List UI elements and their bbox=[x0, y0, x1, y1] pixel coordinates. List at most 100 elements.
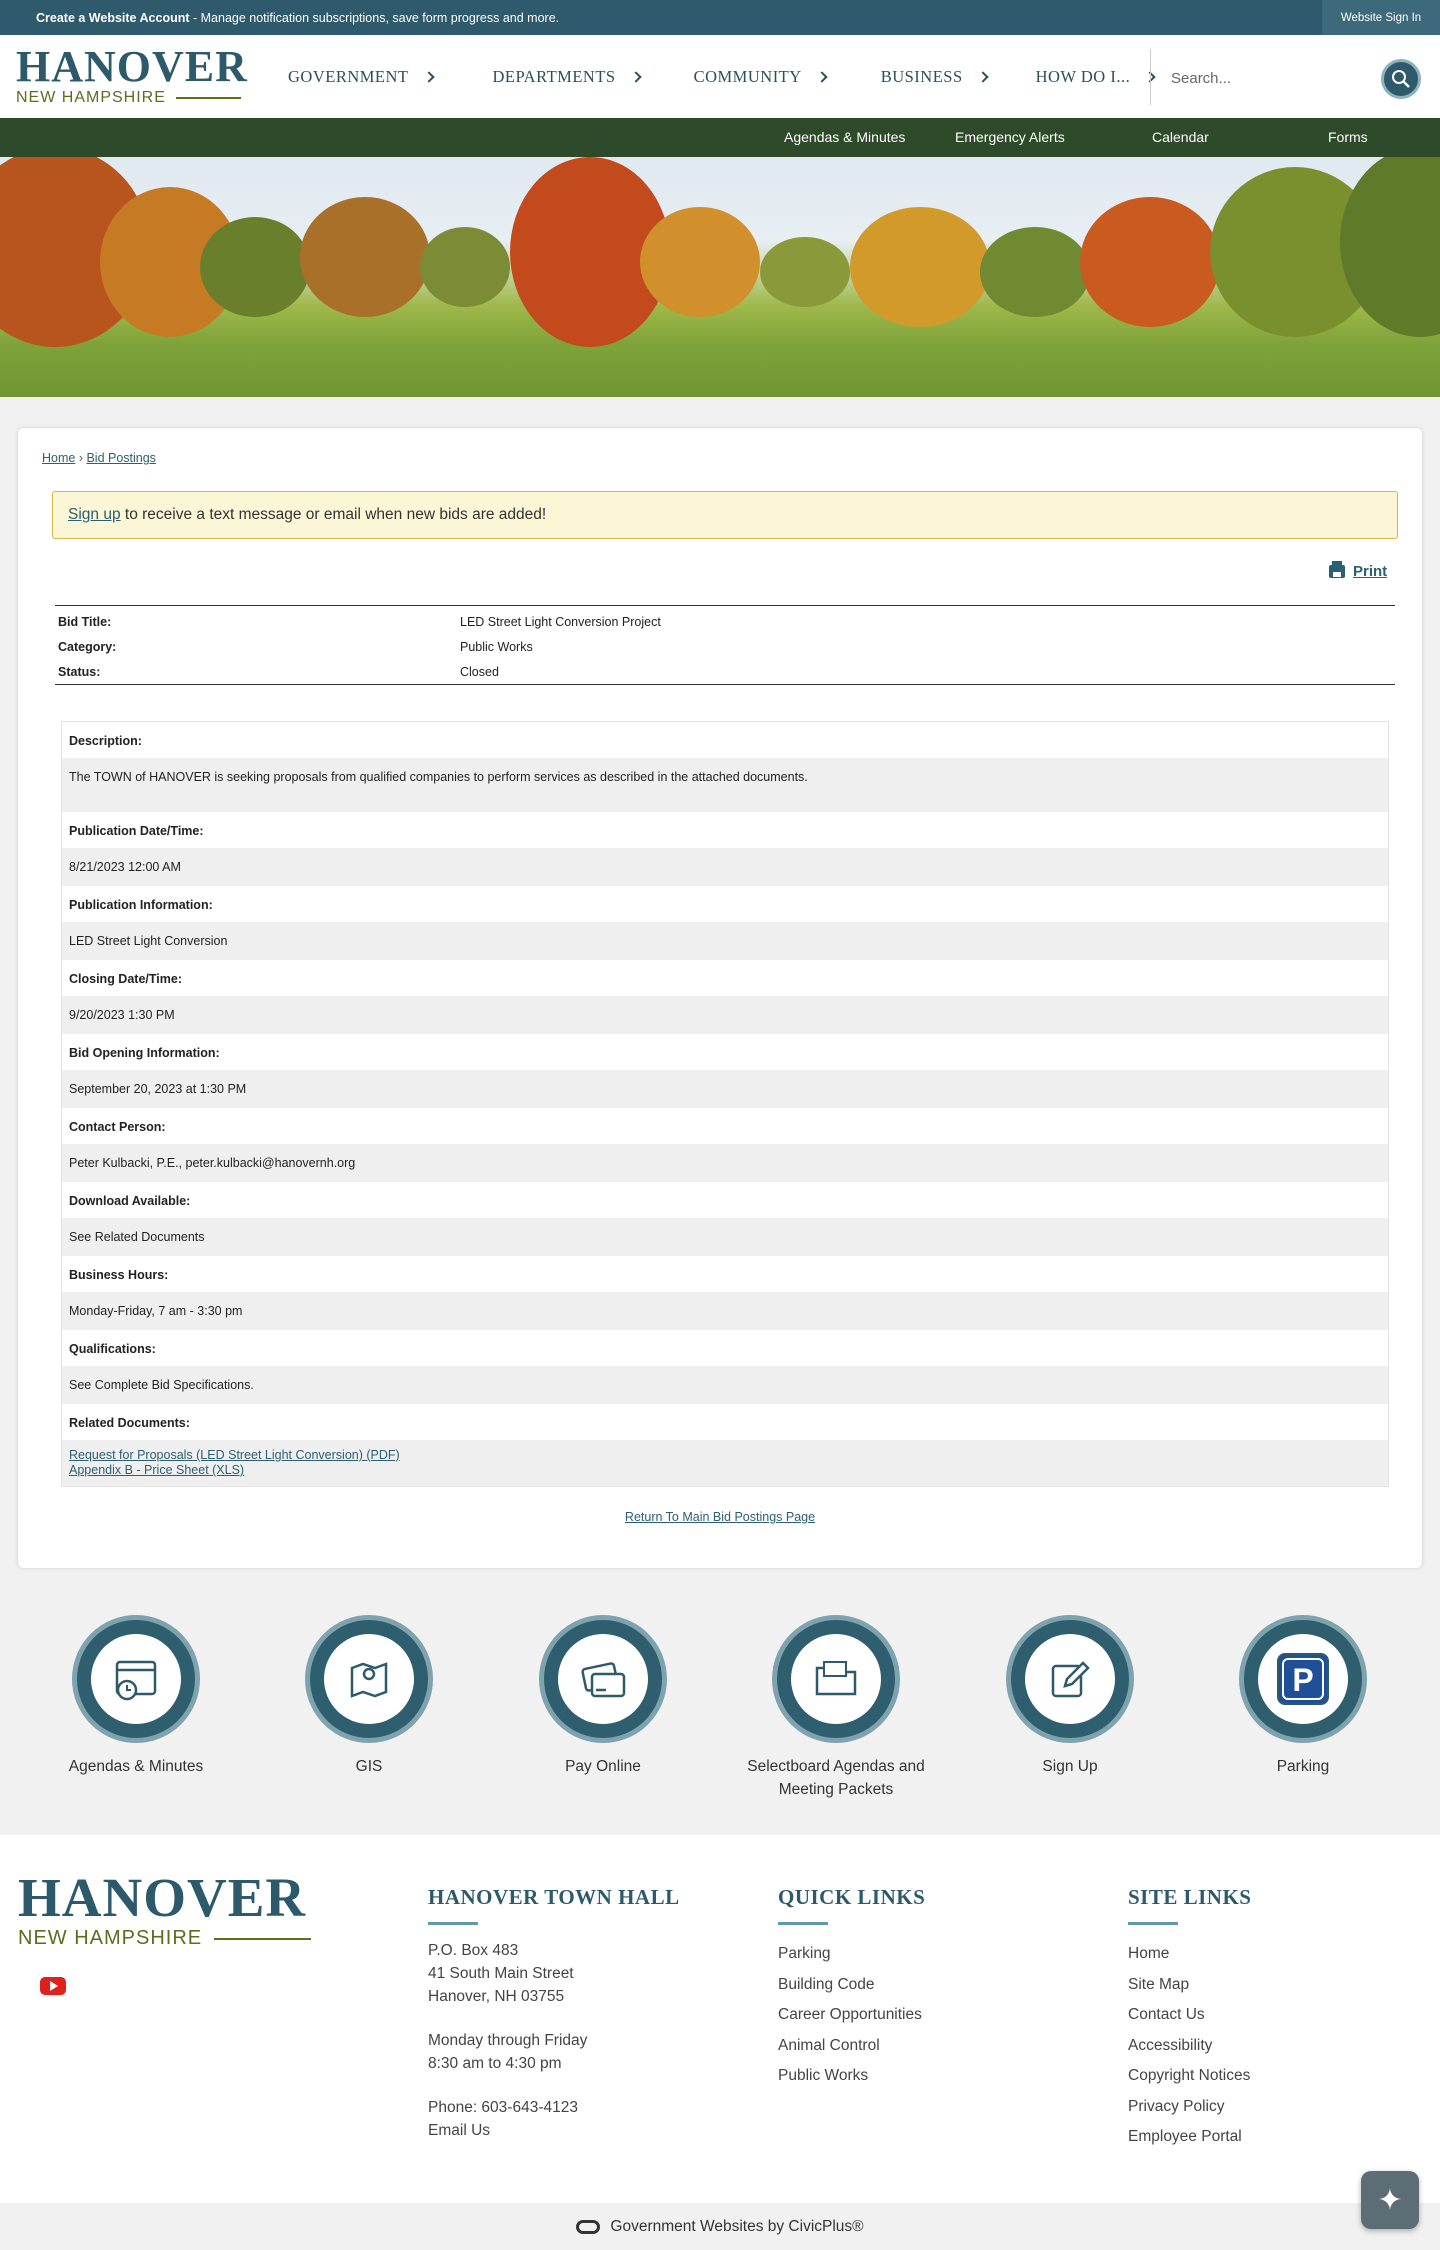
quick-link-agendas[interactable]: Agendas & Minutes bbox=[36, 1615, 236, 1778]
breadcrumb-bid-postings[interactable]: Bid Postings bbox=[86, 451, 155, 465]
detail-value: Peter Kulbacki, P.E., peter.kulbacki@han… bbox=[62, 1144, 1388, 1182]
doc-link-price-sheet-xls[interactable]: Appendix B - Price Sheet (XLS) bbox=[69, 1463, 1381, 1478]
subnav-agendas[interactable]: Agendas & Minutes bbox=[784, 129, 905, 145]
summary-row: Category: Public Works bbox=[58, 640, 533, 654]
doc-link-rfp-pdf[interactable]: Request for Proposals (LED Street Light … bbox=[69, 1448, 1381, 1463]
detail-value: 8/21/2023 12:00 AM bbox=[62, 848, 1388, 886]
site-header: HANOVER NEW HAMPSHIRE GOVERNMENT DEPARTM… bbox=[0, 35, 1440, 118]
related-documents: Request for Proposals (LED Street Light … bbox=[62, 1440, 1388, 1486]
footer-link[interactable]: Contact Us bbox=[1128, 2000, 1251, 2031]
printer-icon bbox=[1329, 561, 1345, 578]
footer-link[interactable]: Public Works bbox=[778, 2061, 925, 2092]
print-button[interactable]: Print bbox=[1329, 561, 1387, 580]
footer-email-link[interactable]: Email Us bbox=[428, 2119, 680, 2142]
footer-link[interactable]: Site Map bbox=[1128, 1970, 1251, 2001]
site-footer: HANOVER NEW HAMPSHIRE HANOVER TOWN HALL … bbox=[0, 1835, 1440, 2203]
search-input[interactable]: Search... bbox=[1171, 70, 1231, 87]
quick-link-gis[interactable]: GIS bbox=[269, 1615, 469, 1778]
footer-link[interactable]: Privacy Policy bbox=[1128, 2092, 1251, 2123]
sparkle-icon: ✦ bbox=[1377, 2183, 1403, 2217]
chevron-right-icon bbox=[816, 70, 828, 83]
search-icon bbox=[1392, 70, 1410, 88]
civicplus-credit[interactable]: Government Websites by CivicPlus® bbox=[0, 2203, 1440, 2250]
footer-link[interactable]: Copyright Notices bbox=[1128, 2061, 1251, 2092]
quick-link-sign-up[interactable]: Sign Up bbox=[970, 1615, 1170, 1778]
site-logo[interactable]: HANOVER NEW HAMPSHIRE bbox=[16, 42, 248, 107]
pencil-icon bbox=[1051, 1661, 1090, 1698]
hero-banner-image bbox=[0, 157, 1440, 397]
footer-quick-links: QUICK LINKS Parking Building Code Career… bbox=[778, 1885, 925, 2092]
main-nav: GOVERNMENT DEPARTMENTS COMMUNITY BUSINES… bbox=[288, 35, 1156, 118]
related-documents-label: Related Documents: bbox=[62, 1404, 1388, 1440]
nav-business[interactable]: BUSINESS bbox=[881, 67, 989, 87]
create-account-link[interactable]: Create a Website Account - Manage notifi… bbox=[0, 11, 559, 25]
footer-link[interactable]: Career Opportunities bbox=[778, 2000, 925, 2031]
svg-text:P: P bbox=[1292, 1662, 1313, 1698]
bid-summary: Bid Title: LED Street Light Conversion Pr… bbox=[55, 605, 1395, 685]
detail-value: LED Street Light Conversion bbox=[62, 922, 1388, 960]
chevron-right-icon bbox=[422, 70, 435, 83]
detail-label: Business Hours: bbox=[62, 1256, 1388, 1292]
nav-government[interactable]: GOVERNMENT bbox=[288, 67, 435, 87]
nav-community[interactable]: COMMUNITY bbox=[694, 67, 828, 87]
detail-label: Download Available: bbox=[62, 1182, 1388, 1218]
civicplus-logo-icon bbox=[576, 2219, 601, 2234]
detail-label: Description: bbox=[62, 722, 1388, 758]
footer-link[interactable]: Employee Portal bbox=[1128, 2122, 1251, 2153]
detail-label: Publication Date/Time: bbox=[62, 812, 1388, 848]
chevron-right-icon bbox=[629, 70, 642, 83]
footer-link[interactable]: Animal Control bbox=[778, 2031, 925, 2062]
footer-phone: Phone: 603-643-4123 bbox=[428, 2099, 578, 2116]
logo-subtitle: NEW HAMPSHIRE bbox=[16, 89, 166, 106]
footer-logo[interactable]: HANOVER NEW HAMPSHIRE bbox=[18, 1869, 311, 1950]
chevron-right-icon bbox=[976, 70, 989, 83]
subnav-forms[interactable]: Forms bbox=[1328, 129, 1368, 145]
detail-value: Monday-Friday, 7 am - 3:30 pm bbox=[62, 1292, 1388, 1330]
quick-link-parking[interactable]: P Parking bbox=[1203, 1615, 1403, 1778]
subnav-calendar[interactable]: Calendar bbox=[1152, 129, 1209, 145]
footer-link[interactable]: Parking bbox=[778, 1939, 925, 1970]
subnav-emergency-alerts[interactable]: Emergency Alerts bbox=[955, 129, 1065, 145]
detail-value: September 20, 2023 at 1:30 PM bbox=[62, 1070, 1388, 1108]
search-button[interactable] bbox=[1381, 59, 1421, 99]
detail-value: The TOWN of HANOVER is seeking proposals… bbox=[62, 758, 1388, 812]
logo-title: HANOVER bbox=[16, 42, 248, 91]
detail-label: Qualifications: bbox=[62, 1330, 1388, 1366]
quick-link-selectboard[interactable]: Selectboard Agendas and Meeting Packets bbox=[736, 1615, 936, 1801]
signup-link[interactable]: Sign up bbox=[68, 506, 121, 523]
site-search: Search... bbox=[1171, 59, 1421, 99]
footer-link[interactable]: Accessibility bbox=[1128, 2031, 1251, 2062]
bid-details-table: Description: The TOWN of HANOVER is seek… bbox=[61, 721, 1389, 1487]
ai-assistant-button[interactable]: ✦ bbox=[1361, 2171, 1419, 2229]
breadcrumb-home[interactable]: Home bbox=[42, 451, 75, 465]
bid-detail-card: Home › Bid Postings Sign up to receive a… bbox=[18, 428, 1422, 1568]
calendar-clock-icon bbox=[115, 1660, 157, 1701]
footer-town-hall: HANOVER TOWN HALL P.O. Box 483 41 South … bbox=[428, 1885, 680, 2142]
parking-icon: P bbox=[1277, 1653, 1329, 1705]
detail-value: See Related Documents bbox=[62, 1218, 1388, 1256]
summary-row: Bid Title: LED Street Light Conversion Pr… bbox=[58, 615, 661, 629]
detail-value: See Complete Bid Specifications. bbox=[62, 1366, 1388, 1404]
quick-nav-bar: Agendas & Minutes Emergency Alerts Calen… bbox=[0, 118, 1440, 157]
detail-label: Contact Person: bbox=[62, 1108, 1388, 1144]
quick-link-pay-online[interactable]: Pay Online bbox=[503, 1615, 703, 1778]
footer-site-links: SITE LINKS Home Site Map Contact Us Acce… bbox=[1128, 1885, 1251, 2153]
nav-departments[interactable]: DEPARTMENTS bbox=[493, 67, 642, 87]
nav-how-do-i[interactable]: HOW DO I... bbox=[1036, 67, 1156, 87]
account-bar: Create a Website Account - Manage notifi… bbox=[0, 0, 1440, 35]
breadcrumb: Home › Bid Postings bbox=[42, 451, 156, 465]
signup-alert: Sign up to receive a text message or ema… bbox=[52, 491, 1398, 539]
footer-link[interactable]: Building Code bbox=[778, 1970, 925, 2001]
youtube-icon[interactable] bbox=[40, 1977, 66, 1995]
detail-label: Publication Information: bbox=[62, 886, 1388, 922]
website-sign-in-button[interactable]: Website Sign In bbox=[1322, 0, 1440, 35]
summary-row: Status: Closed bbox=[58, 665, 499, 679]
credit-card-icon bbox=[581, 1662, 626, 1698]
detail-label: Bid Opening Information: bbox=[62, 1034, 1388, 1070]
detail-value: 9/20/2023 1:30 PM bbox=[62, 996, 1388, 1034]
detail-label: Closing Date/Time: bbox=[62, 960, 1388, 996]
footer-link[interactable]: Home bbox=[1128, 1939, 1251, 1970]
map-pin-icon bbox=[350, 1662, 388, 1698]
return-to-bid-postings-link[interactable]: Return To Main Bid Postings Page bbox=[625, 1510, 815, 1524]
folder-icon bbox=[815, 1661, 857, 1696]
